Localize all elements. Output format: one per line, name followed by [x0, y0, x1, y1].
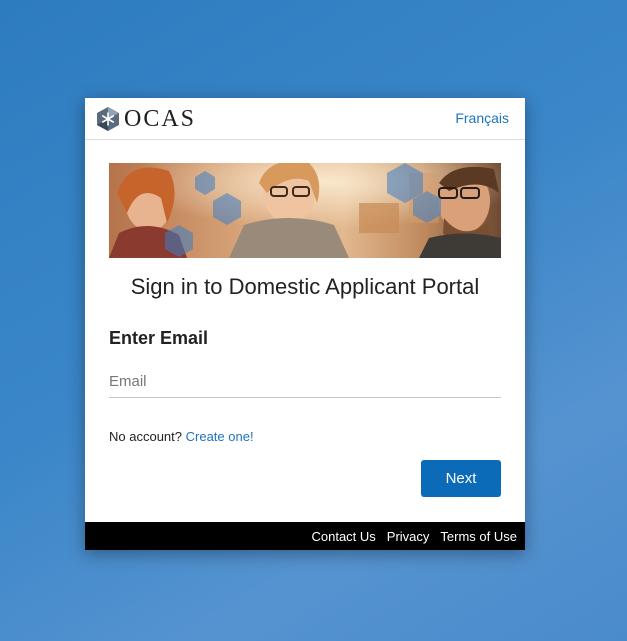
- page-title: Sign in to Domestic Applicant Portal: [130, 274, 480, 299]
- section-title: Enter Email: [109, 328, 209, 348]
- no-account-row: No account? Create one!: [109, 429, 254, 444]
- no-account-text: No account?: [109, 429, 182, 444]
- logo-text: OCAS: [124, 106, 197, 132]
- footer: Contact Us Privacy Terms of Use: [85, 522, 525, 550]
- card-header: OCAS Français: [85, 98, 525, 140]
- hero-image: [109, 163, 501, 258]
- footer-link-privacy[interactable]: Privacy: [387, 529, 430, 544]
- ocas-logo: OCAS: [96, 106, 196, 132]
- sign-in-card: OCAS Français Sign in to Domestic Applic…: [85, 98, 525, 550]
- footer-link-terms[interactable]: Terms of Use: [440, 529, 517, 544]
- language-link[interactable]: Français: [455, 110, 509, 126]
- create-account-link[interactable]: Create one!: [186, 429, 254, 444]
- footer-link-contact[interactable]: Contact Us: [311, 529, 375, 544]
- email-field[interactable]: [109, 366, 501, 398]
- next-button[interactable]: Next: [421, 460, 501, 497]
- ocas-logo-icon: [97, 107, 119, 131]
